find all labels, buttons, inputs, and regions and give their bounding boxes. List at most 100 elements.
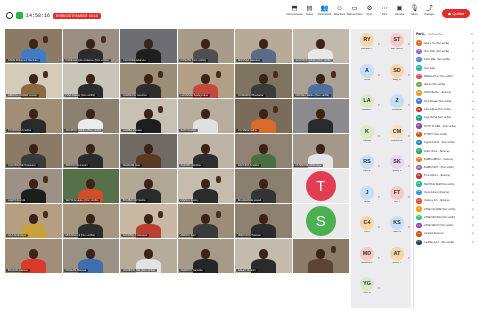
toolbar-button-share-screen[interactable]: ⬒ Commentaires [286, 5, 303, 16]
participant-tile[interactable]: ABDOU Moumouni [62, 134, 119, 168]
mic-muted-icon[interactable]: ⊘ [472, 199, 474, 202]
toolbar-button-more[interactable]: ⋯ Plus [378, 5, 391, 16]
mic-muted-icon[interactable]: ⊘ [472, 58, 474, 61]
participant-list-item[interactable]: BS BLEHOUE SEM (Non vérifié) ⊘ [414, 180, 476, 188]
participant-list-item[interactable]: AA Amie Adjoua (Non vérifié) ⊘ [414, 105, 476, 113]
participant-tile[interactable]: MOUSSA Hassane [235, 29, 292, 63]
participant-tile[interactable]: SALISSOU Abdou (Non vérifié) [292, 29, 349, 63]
participant-tile[interactable]: MAMANE Issa [120, 134, 177, 168]
participant-list-item[interactable]: CM CISSE MOUSSA (Non vérifié) ⊘ [414, 213, 476, 221]
security-shield-icon[interactable] [16, 12, 23, 19]
participant-tile[interactable]: ISSA Rabiou (Non vérifié) [62, 64, 119, 98]
mic-muted-icon[interactable]: ⊘ [472, 232, 474, 235]
participant-tile[interactable]: S [292, 204, 349, 238]
participant-list-item[interactable]: BM BAMBA MOH... (Non vérifié) ⊘ [414, 163, 476, 171]
mic-muted-icon[interactable]: ⊘ [472, 100, 474, 103]
participant-list-item[interactable]: AG Angie Michel (Non vérifié) ⊘ [414, 114, 476, 122]
participant-tile[interactable]: GARBA Moussa [120, 99, 177, 133]
participant-tile[interactable]: ISSAKA Souley [177, 169, 234, 203]
participant-tile[interactable]: ZAKARI Hamidou [177, 134, 234, 168]
close-icon[interactable]: × [471, 31, 473, 36]
mic-muted-icon[interactable]: ⊘ [472, 108, 474, 111]
toolbar-button-participants[interactable]: 👥 Participants [318, 5, 332, 16]
participant-avatar-tile[interactable]: SK Souley K. ✕ [383, 155, 411, 177]
participant-list-item[interactable]: AM ALLA Rosalie (Non vérifié) ⊘ [414, 97, 476, 105]
mic-muted-icon[interactable]: ⊘ [472, 75, 474, 78]
participant-tile[interactable]: SANI Ibrahim [177, 99, 234, 133]
mic-muted-icon[interactable]: ⊘ [472, 50, 474, 53]
participant-list-item[interactable]: CA Chera Adouon (Externe) ⊘ [414, 188, 476, 196]
participant-tile[interactable]: KADE Mohamed Hamidou [5, 29, 62, 63]
participant-list-item[interactable]: DO DOGL MEL. (Non vérifié) ⊘ [414, 56, 476, 64]
participant-tile[interactable]: HAMIDOU Sidi (Non vérifié) [120, 239, 177, 273]
participant-tile[interactable]: ISSOUFOU Maman [235, 204, 292, 238]
participant-tile[interactable]: BOUBACAR Garba [120, 169, 177, 203]
mic-muted-icon[interactable]: ⊘ [472, 83, 474, 86]
mic-muted-icon[interactable]: ⊘ [472, 133, 474, 136]
participant-list-item[interactable]: AT ATCHY FLORE... (Non vérifié) ⊘ [414, 122, 476, 130]
participant-list-item[interactable]: KH Kara. Kadi... ⊘ [414, 64, 476, 72]
participant-avatar-tile[interactable]: RY Ramatou Y. ✕ [353, 33, 381, 55]
toolbar-button-whiteboard[interactable]: ▭ Tableau blanc [347, 5, 363, 16]
participant-tile[interactable]: AMADOU Yacouba [177, 239, 234, 273]
participant-avatar-tile[interactable]: FT Fati T. ✕ [383, 185, 411, 208]
meeting-info-icon[interactable] [6, 12, 13, 19]
recording-badge[interactable]: ENREGISTREMENT: 00:15 [53, 12, 101, 19]
participant-list-item[interactable]: CH Charlene KO... (Externe) ⊘ [414, 197, 476, 205]
participant-tile[interactable]: BACHIR Adamou [5, 239, 62, 273]
participant-list-item[interactable]: CS CISSE SEKOU (Non vérifié) ⊘ [414, 222, 476, 230]
participant-tile[interactable]: T [292, 169, 349, 203]
participant-avatar-tile[interactable]: J Jamila ✕ [353, 185, 381, 208]
participant-list-item[interactable]: ab abanou (Non vérifié) ⊘ [414, 80, 476, 88]
participant-avatar-tile[interactable]: MD Mariama D. ✕ [353, 246, 381, 269]
mic-muted-icon[interactable]: ⊘ [472, 208, 474, 211]
participant-list-item[interactable]: BA BAMBA ABDOU... (Externe) ⊘ [414, 155, 476, 163]
participant-tile[interactable]: SOUMAILA Hassane [120, 204, 177, 238]
participant-avatar-tile[interactable]: YG Yaou G. ✕ [353, 277, 381, 299]
mic-muted-icon[interactable]: ⊘ [472, 150, 474, 153]
mic-muted-icon[interactable]: ⊘ [472, 241, 474, 244]
participant-tile[interactable]: ALHASSANE Ousmane [5, 134, 62, 168]
participant-avatar-tile[interactable]: ST Sani Tahirou ✕ [383, 33, 411, 55]
mic-muted-icon[interactable]: ⊘ [472, 116, 474, 119]
participant-avatar-tile[interactable]: RS Rabi S. ✕ [353, 155, 381, 177]
mic-muted-icon[interactable]: ⊘ [472, 158, 474, 161]
mic-muted-icon[interactable]: ⊘ [472, 224, 474, 227]
mic-muted-icon[interactable]: ⊘ [472, 125, 474, 128]
toolbar-button-apps[interactable]: ⚙ Apps [363, 5, 376, 16]
participant-avatar-tile[interactable]: C4 Chef 4 ✕ [353, 216, 381, 238]
participant-tile[interactable]: IDRISSA Salifou (Non vérifié) [292, 64, 349, 98]
participant-list-item[interactable]: AD AKPOVIE Alle... (Externe) ⊘ [414, 89, 476, 97]
mic-muted-icon[interactable]: ⊘ [472, 141, 474, 144]
participant-avatar-tile[interactable]: SD Saley D. ✕ [383, 63, 411, 86]
participant-tile[interactable]: HAROUNA Idé [5, 169, 62, 203]
participant-list-item[interactable]: CN Constant (Externe) ⊘ [414, 230, 476, 238]
participant-avatar-tile[interactable]: A Aïcha ✕ [353, 63, 381, 86]
mic-muted-icon[interactable]: ⊘ [472, 42, 474, 45]
participant-list-item[interactable]: Je Jeanne Tra (Non vérifié) ⊘ [414, 39, 476, 47]
participant-list-item[interactable]: AO Azalie Ohoui... (Externe) ⊘ [414, 147, 476, 155]
participant-list-item[interactable]: AY ATTIAYO (Non vérifié) ⊘ [414, 130, 476, 138]
participant-list-item[interactable]: AL ABDALLAH A. (Non vérifié) ⊘ [414, 72, 476, 80]
toolbar-button-reactions[interactable]: ☺ Réactions [333, 5, 346, 16]
toolbar-button-share[interactable]: ⤴ Partager [423, 5, 436, 16]
mic-muted-icon[interactable]: ⊘ [472, 174, 474, 177]
participant-tile[interactable]: MAHAMANE Lawali [235, 169, 292, 203]
participant-tile[interactable]: DAOUDA Amadou [235, 134, 292, 168]
toolbar-button-notes[interactable]: ▤ Notes [303, 5, 316, 16]
participant-tile[interactable] [292, 239, 349, 273]
participant-tile[interactable]: IBRAHIM Moussa [62, 239, 119, 273]
participant-list-item[interactable]: BE Bi Irie Alphon... (Externe) ⊘ [414, 172, 476, 180]
participants-search-input[interactable]: Rechercher [428, 32, 468, 36]
mic-muted-icon[interactable]: ⊘ [472, 91, 474, 94]
participant-tile[interactable]: ADAMOU Halidou (Non vérifié) [62, 99, 119, 133]
participant-avatar-tile[interactable]: CM Chaibou M. ✕ [383, 124, 411, 147]
toolbar-button-camera[interactable]: ▣ Caméra [393, 5, 406, 16]
mic-muted-icon[interactable]: ⊘ [472, 183, 474, 186]
mic-muted-icon[interactable]: ⊘ [472, 166, 474, 169]
mic-muted-icon[interactable]: ⊘ [472, 216, 474, 219]
leave-meeting-button[interactable]: ⏏ Quitter [442, 9, 470, 18]
participant-tile[interactable]: HASSANE Souleymane [177, 64, 234, 98]
participant-avatar-tile[interactable]: LA Lawali A. ✕ [353, 94, 381, 116]
mic-muted-icon[interactable]: ⊘ [472, 67, 474, 70]
